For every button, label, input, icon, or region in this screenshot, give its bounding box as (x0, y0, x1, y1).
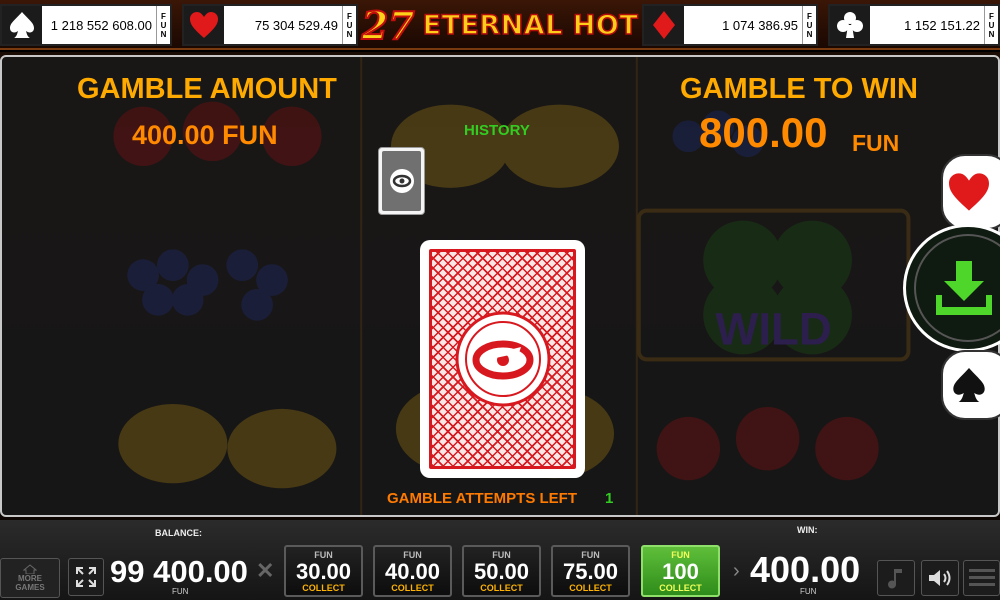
more-games-button[interactable]: MORE GAMES (0, 558, 60, 598)
gamble-amount-label: GAMBLE AMOUNT (77, 73, 337, 105)
separator-x-icon: ✕ (256, 558, 275, 583)
game-area: WILD GAMBLE AMOUNT 400.00 FUN GAMBLE TO … (0, 52, 1000, 520)
jackpot-club: 1 152 151.22 FUN (828, 4, 1000, 46)
spade-icon (953, 368, 985, 402)
gamble-amount-value: 400.00 FUN (132, 120, 278, 150)
heart-icon (949, 173, 989, 211)
collect-partial-button[interactable]: FUN 50.00 COLLECT (462, 545, 541, 597)
chevron-right-icon: › (733, 560, 740, 582)
spade-icon (2, 6, 42, 44)
gamble-card (420, 240, 585, 478)
heart-icon (184, 6, 224, 44)
balance-value: 99 400.00 (110, 554, 248, 589)
menu-button[interactable] (963, 560, 1000, 596)
black-choice-button[interactable] (941, 350, 1000, 420)
jackpot-diamond: 1 074 386.95 FUN (642, 4, 818, 46)
wild-watermark: WILD (715, 303, 831, 354)
win-currency: FUN (800, 587, 817, 596)
jackpot-value: 1 152 151.22 (904, 17, 980, 33)
speaker-icon (929, 570, 951, 586)
jackpot-currency: FUN (342, 6, 356, 44)
collect-partial-button[interactable]: FUN 40.00 COLLECT (373, 545, 452, 597)
gamble-to-win-currency: FUN (852, 130, 900, 156)
collect-partial-button[interactable]: FUN 75.00 COLLECT (551, 545, 630, 597)
jackpot-heart: 75 304 529.49 FUN (182, 4, 358, 46)
jackpot-bar: 1 218 552 608.00 FUN 75 304 529.49 FUN 2… (0, 0, 1000, 50)
collect-all-button[interactable]: FUN 100 COLLECT (641, 545, 720, 597)
hamburger-menu-icon (968, 569, 995, 586)
download-arrow-icon (936, 261, 992, 315)
sound-button[interactable] (921, 560, 959, 596)
jackpot-value: 1 218 552 608.00 (50, 17, 152, 33)
jackpot-currency: FUN (802, 6, 816, 44)
win-value: 400.00 (750, 549, 861, 590)
gamble-to-win-label: GAMBLE TO WIN (680, 73, 918, 105)
balance-currency: FUN (172, 587, 189, 596)
bottom-bar: MORE GAMES BALANCE: 99 400.00 FUN ✕ FUN … (0, 520, 1000, 600)
jackpot-currency: FUN (156, 6, 170, 44)
logo-name: ETERNAL HOT (422, 9, 639, 42)
music-button[interactable] (877, 560, 915, 596)
jackpot-spade: 1 218 552 608.00 FUN (0, 4, 172, 46)
history-label: HISTORY (464, 122, 530, 139)
fullscreen-icon (76, 567, 96, 587)
home-icon (23, 564, 37, 574)
win-label: WIN: (797, 525, 818, 535)
red-choice-button[interactable] (941, 154, 1000, 230)
game-logo: 27 ETERNAL HOT (358, 0, 642, 50)
jackpot-value: 1 074 386.95 (722, 17, 798, 33)
gamble-panel: WILD GAMBLE AMOUNT 400.00 FUN GAMBLE TO … (0, 55, 1000, 517)
balance-label: BALANCE: (155, 528, 202, 538)
jackpot-currency: FUN (984, 6, 998, 44)
club-icon (830, 6, 870, 44)
music-note-icon (888, 569, 902, 589)
history-card (378, 147, 425, 215)
diamond-icon (644, 6, 684, 44)
fullscreen-button[interactable] (68, 558, 104, 596)
logo-number: 27 (361, 2, 416, 49)
eye-logo-icon (389, 169, 414, 193)
card-logo-icon (455, 311, 550, 407)
attempts-value: 1 (605, 490, 614, 507)
jackpot-value: 75 304 529.49 (254, 17, 338, 33)
collect-partial-button[interactable]: FUN 30.00 COLLECT (284, 545, 363, 597)
attempts-label: GAMBLE ATTEMPTS LEFT (387, 490, 577, 507)
gamble-to-win-value: 800.00 (699, 109, 828, 156)
